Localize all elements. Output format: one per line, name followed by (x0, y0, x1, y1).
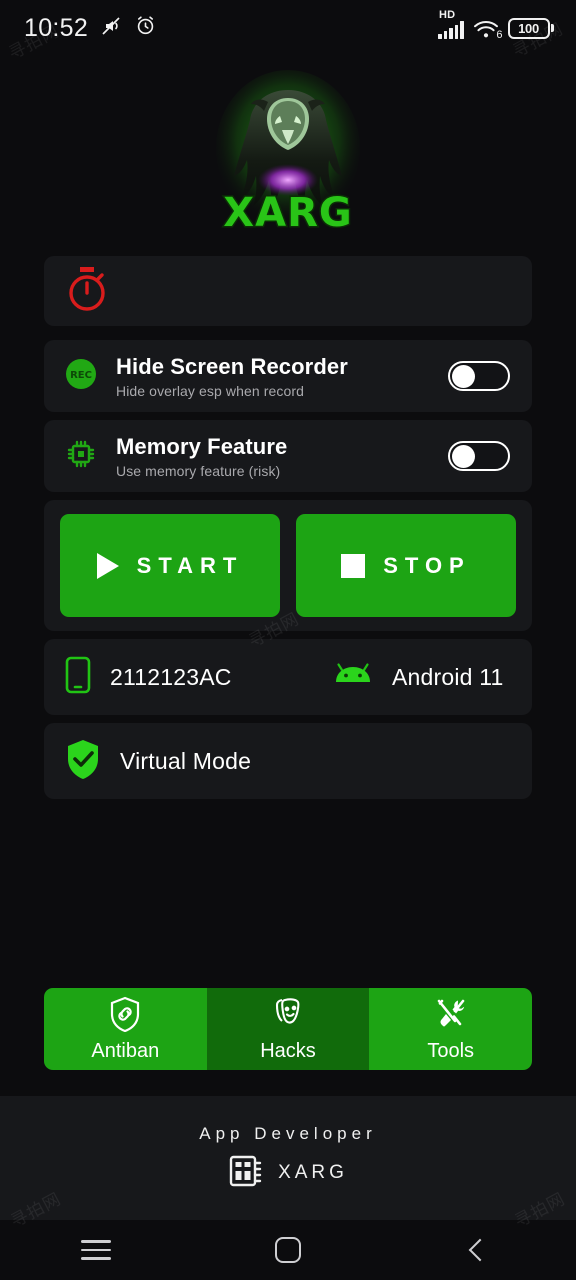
home-square-icon (275, 1237, 301, 1263)
nav-item-tools[interactable]: Tools (369, 988, 532, 1070)
setting-title: Hide Screen Recorder (116, 353, 348, 379)
wifi-icon: 6 (473, 20, 503, 41)
device-os: Android 11 (332, 661, 504, 694)
battery-icon: 100 (507, 17, 554, 39)
system-nav-bar (0, 1220, 576, 1280)
bottom-nav: Antiban Hacks Tools (44, 988, 532, 1070)
nav-item-label: Tools (427, 1039, 475, 1062)
app-logo: XARG (0, 56, 576, 256)
alarm-icon (134, 14, 157, 42)
stopwatch-icon (64, 265, 110, 318)
recents-button[interactable] (61, 1227, 131, 1273)
virtual-mode-card: Virtual Mode (44, 723, 532, 799)
setting-row-memory-feature[interactable]: Memory Feature Use memory feature (risk) (44, 420, 532, 492)
back-chevron-icon (468, 1238, 492, 1262)
svg-text:REC: REC (70, 370, 92, 381)
battery-percent-label: 100 (518, 20, 539, 36)
menu-icon (81, 1240, 111, 1260)
timer-card (44, 256, 532, 326)
footer-brand: XARG (278, 1162, 348, 1183)
mute-icon (99, 14, 123, 43)
stop-button[interactable]: STOP (296, 514, 516, 617)
masks-icon (271, 996, 305, 1037)
setting-title: Memory Feature (116, 433, 288, 459)
nav-item-hacks[interactable]: Hacks (206, 988, 370, 1070)
shield-link-icon (108, 996, 142, 1037)
play-icon (96, 552, 119, 579)
setting-subtitle: Hide overlay esp when record (116, 382, 305, 399)
setting-row-hide-screen-recorder[interactable]: REC Hide Screen Recorder Hide overlay es… (44, 340, 532, 412)
clock: 10:52 (24, 13, 89, 42)
stop-square-icon (341, 553, 366, 578)
chip-board-icon (228, 1154, 264, 1193)
nav-item-antiban[interactable]: Antiban (44, 988, 207, 1070)
device-info-card: 2112123AC Android 11 (44, 639, 532, 715)
action-card: START STOP (44, 500, 532, 631)
footer: App Developer XARG (0, 1096, 576, 1220)
svg-text:XARG: XARG (223, 190, 352, 236)
memory-feature-toggle[interactable] (448, 441, 510, 471)
status-bar-right: HD 6 100 (438, 9, 554, 41)
rec-icon: REC (64, 357, 98, 396)
android-icon (332, 661, 374, 694)
nav-item-label: Hacks (260, 1039, 316, 1062)
status-bar-left: 10:52 (24, 14, 157, 43)
status-bar: 10:52 HD 6 100 (0, 0, 576, 56)
cpu-chip-icon (64, 437, 98, 476)
virtual-mode-label: Virtual Mode (120, 747, 252, 774)
footer-title: App Developer (199, 1123, 377, 1143)
stop-button-label: STOP (383, 552, 471, 578)
signal-icon: HD (438, 9, 464, 39)
wifi-generation-label: 6 (496, 28, 503, 41)
setting-subtitle: Use memory feature (risk) (116, 462, 281, 479)
nav-item-label: Antiban (91, 1039, 160, 1062)
shield-check-icon (64, 738, 102, 785)
hide-screen-recorder-toggle[interactable] (448, 361, 510, 391)
device-os-label: Android 11 (392, 663, 504, 690)
device-model-label: 2112123AC (110, 663, 232, 690)
home-button[interactable] (253, 1227, 323, 1273)
hd-label: HD (439, 8, 456, 21)
app-screen: 10:52 HD 6 100 XARG REC Hide Screen Reco… (0, 0, 576, 1280)
tools-icon (434, 996, 468, 1037)
phone-icon (64, 656, 92, 699)
start-button-label: START (136, 552, 244, 578)
start-button[interactable]: START (60, 514, 280, 617)
back-button[interactable] (445, 1227, 515, 1273)
device-model: 2112123AC (64, 656, 332, 699)
